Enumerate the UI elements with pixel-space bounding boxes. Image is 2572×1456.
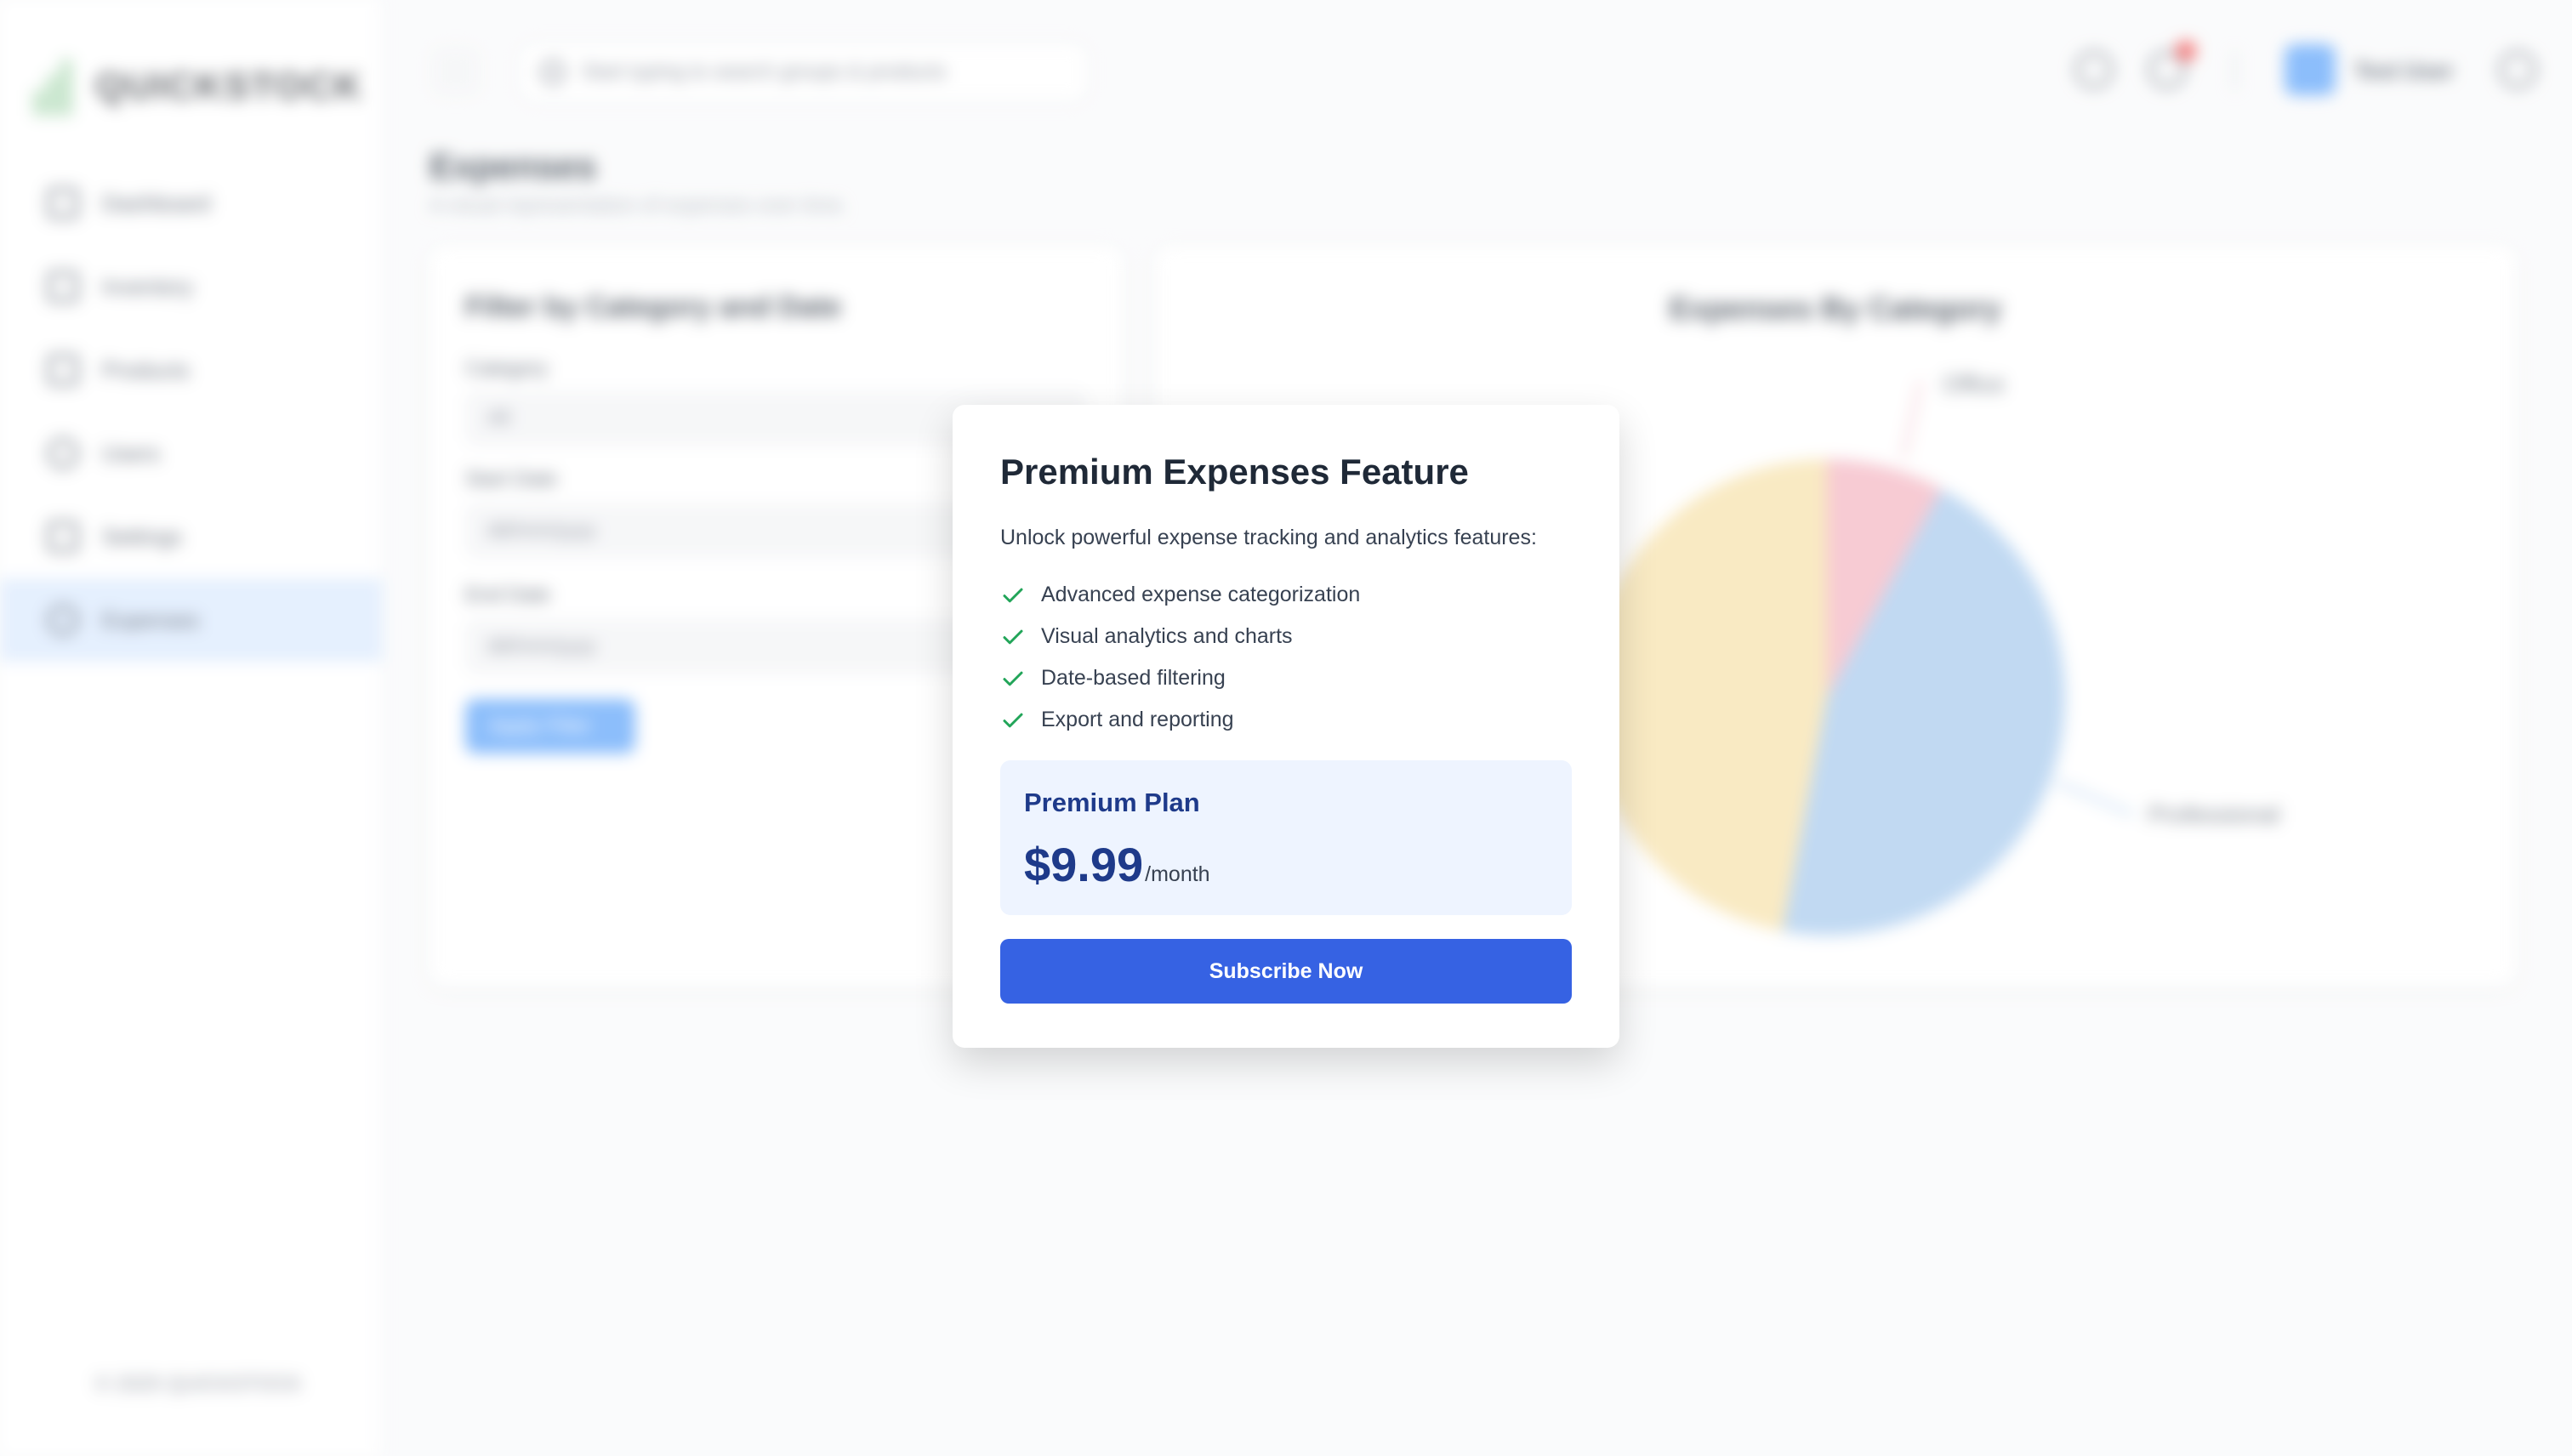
list-item: Export and reporting <box>1000 699 1572 741</box>
feature-label: Visual analytics and charts <box>1041 624 1293 648</box>
list-item: Date-based filtering <box>1000 657 1572 699</box>
subscribe-button[interactable]: Subscribe Now <box>1000 939 1572 1004</box>
feature-label: Export and reporting <box>1041 708 1234 731</box>
check-icon <box>1003 671 1023 685</box>
modal-subtitle: Unlock powerful expense tracking and ana… <box>1000 526 1537 549</box>
price-row: $9.99 /month <box>1024 837 1548 892</box>
list-item: Visual analytics and charts <box>1000 616 1572 657</box>
feature-label: Advanced expense categorization <box>1041 583 1361 606</box>
plan-period: /month <box>1145 862 1210 886</box>
plan-box: Premium Plan $9.99 /month <box>1000 760 1572 915</box>
list-item: Advanced expense categorization <box>1000 574 1572 616</box>
plan-name: Premium Plan <box>1024 788 1200 817</box>
modal-title: Premium Expenses Feature <box>1000 452 1469 492</box>
premium-modal: Premium Expenses Feature Unlock powerful… <box>953 405 1619 1048</box>
check-icon <box>1003 713 1023 727</box>
check-icon <box>1003 629 1023 644</box>
feature-label: Date-based filtering <box>1041 666 1226 690</box>
check-icon <box>1003 588 1023 602</box>
feature-list: Advanced expense categorization Visual a… <box>1000 574 1572 741</box>
plan-price: $9.99 <box>1024 838 1144 891</box>
